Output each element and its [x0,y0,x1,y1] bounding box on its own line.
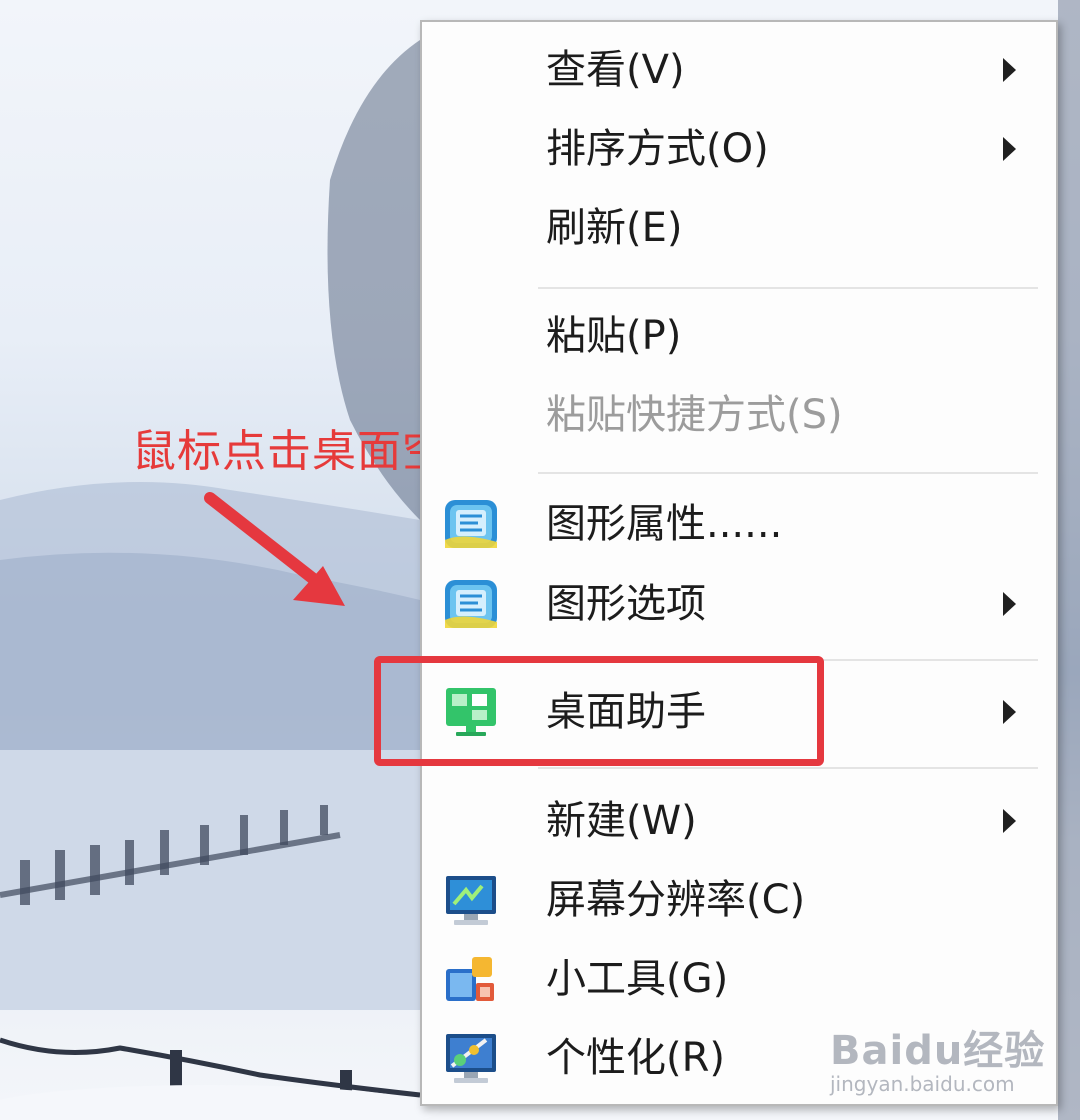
menu-separator [538,767,1038,769]
menu-item-label: 粘贴(P) [546,313,682,359]
watermark-url: jingyan.baidu.com [830,1072,1015,1096]
menu-item-label: 个性化(R) [546,1035,726,1081]
menu-item-view[interactable]: 查看(V) [422,34,1056,106]
annotation-arrow-icon [204,492,345,606]
menu-item-label: 图形选项 [546,581,706,627]
submenu-arrow-icon [1003,809,1016,833]
watermark: Baidu经验 jingyan.baidu.com [826,1000,1066,1100]
menu-item-label: 排序方式(O) [546,126,769,172]
desktop-background[interactable]: 鼠标点击桌面空白处 查看(V) 排序方式(O) 刷新(E) 粘贴(P) 粘贴快捷… [0,0,1080,1120]
watermark-brand: Baidu经验 [830,1028,1046,1074]
menu-item-paste[interactable]: 粘贴(P) [422,300,1056,372]
menu-item-refresh[interactable]: 刷新(E) [422,192,1056,264]
menu-item-graphics-options[interactable]: 图形选项 [422,568,1056,640]
menu-item-screen-resolution[interactable]: 屏幕分辨率(C) [422,864,1056,936]
menu-item-graphics-properties[interactable]: 图形属性...... [422,488,1056,560]
menu-item-paste-shortcut: 粘贴快捷方式(S) [422,379,1056,451]
desktop-context-menu: 查看(V) 排序方式(O) 刷新(E) 粘贴(P) 粘贴快捷方式(S) 图形属性… [420,20,1058,1106]
menu-item-label: 查看(V) [546,47,685,93]
menu-item-label: 屏幕分辨率(C) [546,877,806,923]
menu-item-label: 新建(W) [546,798,697,844]
personalize-icon [446,1034,496,1083]
menu-item-label: 小工具(G) [546,956,729,1002]
menu-item-new[interactable]: 新建(W) [422,785,1056,857]
submenu-arrow-icon [1003,137,1016,161]
submenu-arrow-icon [1003,592,1016,616]
menu-item-sort-by[interactable]: 排序方式(O) [422,113,1056,185]
intel-graphics-icon [445,500,497,548]
menu-item-label: 粘贴快捷方式(S) [546,392,843,438]
menu-separator [538,287,1038,289]
menu-item-label: 刷新(E) [546,205,683,251]
submenu-arrow-icon [1003,58,1016,82]
intel-graphics-icon [445,580,497,628]
gadgets-icon [446,957,494,1001]
highlight-box [374,656,824,766]
screen-resolution-icon [446,876,496,925]
menu-item-label: 图形属性...... [546,501,783,547]
submenu-arrow-icon [1003,700,1016,724]
menu-separator [538,472,1038,474]
